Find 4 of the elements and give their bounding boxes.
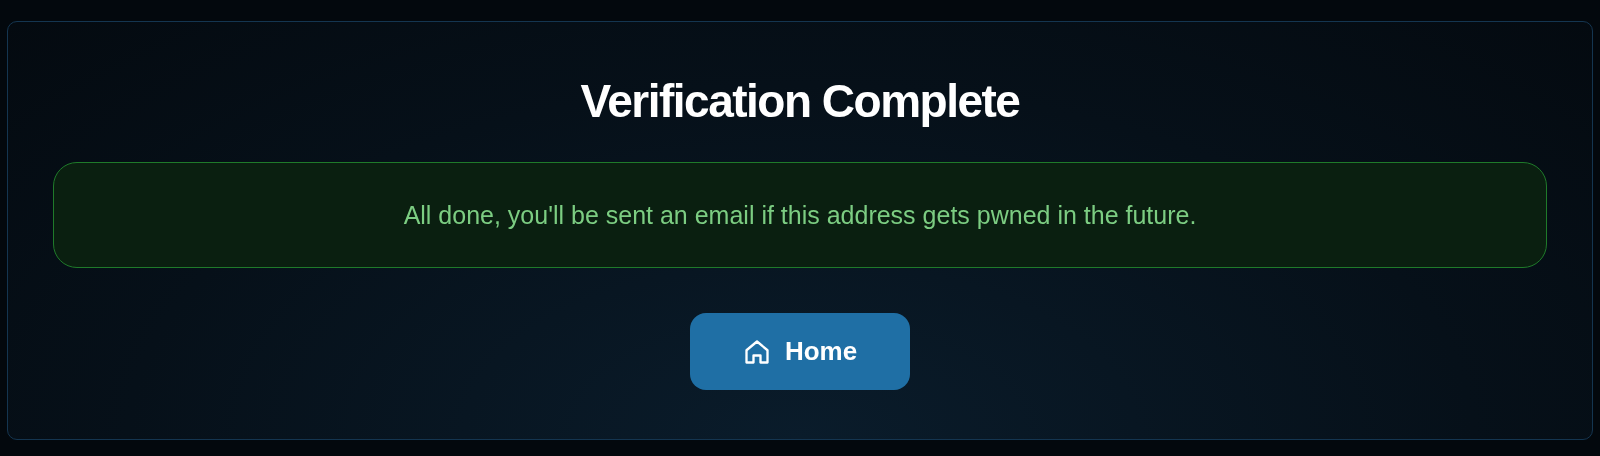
- page-title: Verification Complete: [580, 74, 1020, 129]
- home-icon: [742, 337, 771, 366]
- home-button[interactable]: Home: [690, 313, 910, 390]
- alert-message: All done, you'll be sent an email if this address gets pwned in the future.: [403, 200, 1197, 230]
